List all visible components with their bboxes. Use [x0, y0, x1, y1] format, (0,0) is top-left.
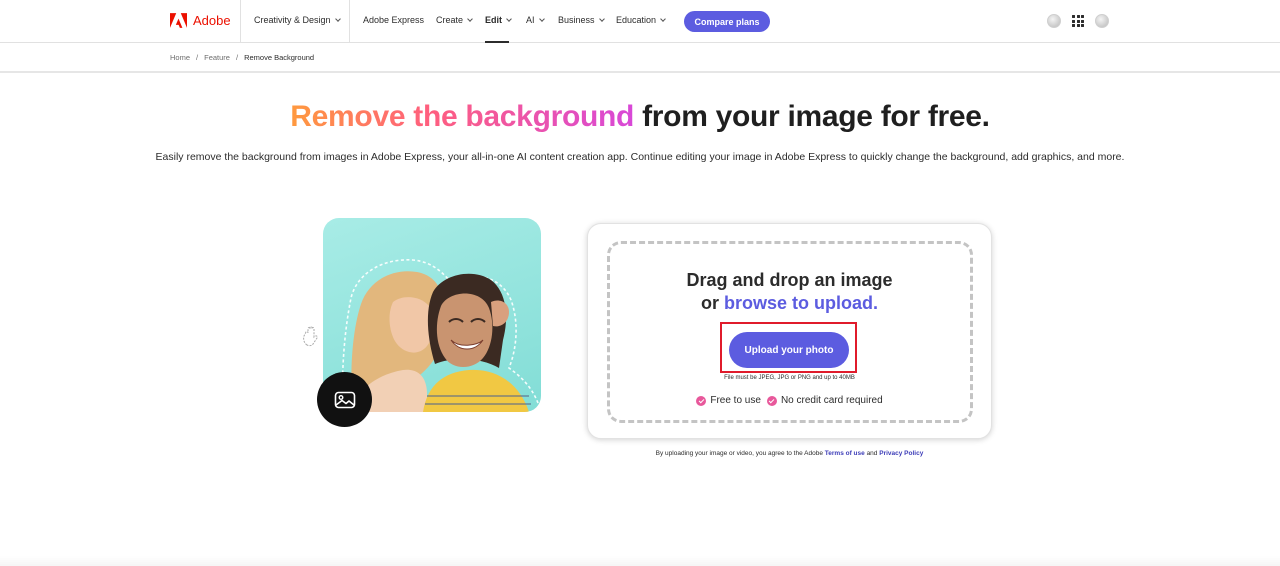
hand-icon	[303, 326, 318, 347]
browse-link[interactable]: browse to upload.	[724, 293, 878, 313]
image-icon	[334, 391, 355, 408]
drop-zone-title: Drag and drop an image or browse to uplo…	[588, 269, 991, 315]
check-icon	[696, 395, 707, 406]
image-icon-badge	[317, 372, 372, 427]
breadcrumb-separator: /	[235, 53, 239, 62]
profile-dot-icon[interactable]	[1047, 14, 1061, 28]
drop-title-line1: Drag and drop an image	[686, 270, 893, 290]
apps-grid-icon[interactable]	[1072, 15, 1084, 27]
nav-creativity-design[interactable]: Creativity & Design	[254, 15, 341, 25]
breadcrumb-feature[interactable]: Feature	[204, 53, 230, 62]
perk-free: Free to use	[696, 395, 761, 406]
nav-business[interactable]: Business	[558, 15, 605, 25]
terms-notice: By uploading your image or video, you ag…	[587, 450, 992, 457]
adobe-logo[interactable]: Adobe	[170, 13, 231, 28]
perk-label: Free to use	[710, 395, 761, 406]
terms-prefix: By uploading your image or video, you ag…	[655, 450, 825, 457]
adobe-logo-icon	[170, 13, 187, 28]
title-rest: from your image for free.	[634, 100, 990, 133]
nav-divider	[349, 0, 350, 43]
upload-card: Drag and drop an image or browse to uplo…	[587, 223, 992, 439]
top-nav: Adobe Creativity & Design Adobe Express …	[0, 0, 1280, 43]
avatar-icon[interactable]	[1095, 14, 1109, 28]
breadcrumb-bar: Home / Feature / Remove Background	[0, 44, 1280, 73]
check-icon	[766, 395, 777, 406]
perk-no-card: No credit card required	[766, 395, 883, 406]
file-requirements: File must be JPEG, JPG or PNG and up to …	[724, 375, 855, 381]
upload-photo-button[interactable]: Upload your photo	[729, 332, 849, 368]
nav-label: AI	[526, 15, 535, 25]
page-subtitle: Easily remove the background from images…	[155, 151, 1125, 163]
brand-name: Adobe	[193, 13, 231, 28]
chevron-down-icon	[660, 15, 666, 22]
nav-ai[interactable]: AI	[526, 15, 545, 25]
drop-title-line2: or browse to upload.	[588, 292, 991, 315]
nav-edit[interactable]: Edit	[485, 15, 512, 25]
nav-divider	[240, 0, 241, 43]
breadcrumb-home[interactable]: Home	[170, 53, 190, 62]
chevron-down-icon	[538, 15, 545, 22]
chevron-down-icon	[467, 15, 473, 22]
chevron-down-icon	[506, 15, 512, 22]
breadcrumb: Home / Feature / Remove Background	[170, 53, 314, 62]
nav-education[interactable]: Education	[616, 15, 666, 25]
nav-active-indicator	[485, 41, 509, 43]
title-highlight: Remove the background	[290, 100, 635, 133]
nav-label: Business	[558, 15, 595, 25]
terms-and: and	[864, 450, 880, 457]
nav-label: Creativity & Design	[254, 15, 331, 25]
perks-list: Free to use No credit card required	[588, 395, 991, 406]
compare-plans-button[interactable]: Compare plans	[684, 11, 770, 32]
breadcrumb-current: Remove Background	[244, 53, 315, 62]
privacy-policy-link[interactable]: Privacy Policy	[879, 450, 923, 457]
drop-title-prefix: or	[700, 293, 724, 313]
terms-of-use-link[interactable]: Terms of use	[825, 450, 865, 457]
nav-label: Adobe Express	[363, 15, 425, 25]
breadcrumb-separator: /	[196, 53, 199, 62]
nav-label: Education	[616, 15, 657, 25]
nav-label: Create	[436, 15, 464, 25]
page-title: Remove the background from your image fo…	[0, 100, 1280, 134]
nav-create[interactable]: Create	[436, 15, 473, 25]
nav-label: Edit	[485, 15, 502, 25]
section-divider	[0, 556, 1280, 566]
nav-adobe-express[interactable]: Adobe Express	[363, 15, 424, 25]
chevron-down-icon	[334, 15, 341, 22]
chevron-down-icon	[598, 15, 605, 22]
perk-label: No credit card required	[780, 395, 883, 406]
